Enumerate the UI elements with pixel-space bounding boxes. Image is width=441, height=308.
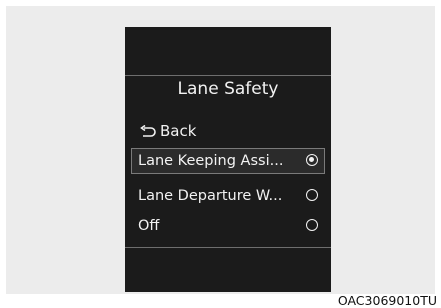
radio-selected-icon [306,154,318,166]
back-label: Back [160,122,197,140]
back-arrow-icon [139,124,157,138]
bottom-divider [125,247,331,248]
back-button[interactable]: Back [139,121,196,141]
screen-title: Lane Safety [177,79,279,99]
radio-dot [309,157,314,162]
radio-unselected-icon [306,189,318,201]
option-lane-keeping-assist[interactable]: Lane Keeping Assi... [131,148,325,174]
cluster-display: Lane Safety Back Lane Keeping Assi... La… [125,27,331,292]
option-lane-departure-warning[interactable]: Lane Departure W... [131,183,325,209]
option-label: Off [138,218,160,234]
top-divider [125,75,331,76]
option-off[interactable]: Off [131,213,325,239]
figure-code: OAC3069010TU [337,293,437,308]
radio-unselected-icon [306,219,318,231]
option-label: Lane Keeping Assi... [138,153,284,169]
option-label: Lane Departure W... [138,188,283,204]
